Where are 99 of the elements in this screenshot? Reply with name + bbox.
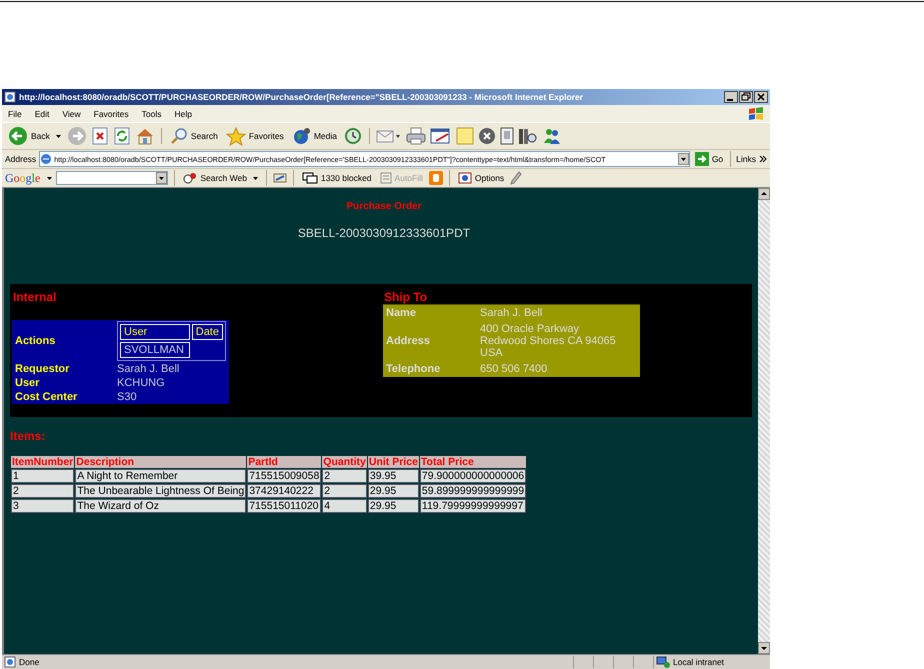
field-value: 650 506 7400 bbox=[480, 363, 548, 375]
close-icon[interactable] bbox=[754, 91, 768, 103]
table-cell: 2 bbox=[11, 484, 74, 498]
field-label: Name bbox=[386, 307, 416, 319]
table-cell: The Wizard of Oz bbox=[75, 499, 246, 513]
column-header: Description bbox=[75, 456, 246, 468]
caret-icon[interactable] bbox=[56, 134, 61, 138]
home-icon[interactable] bbox=[134, 127, 155, 145]
field-label: User bbox=[15, 377, 40, 389]
field-value: S30 bbox=[117, 391, 137, 403]
field-label: Requestor bbox=[15, 363, 70, 375]
search-button[interactable]: Search bbox=[168, 127, 220, 145]
field-value: Sarah J. Bell bbox=[480, 307, 544, 319]
dropdown-icon[interactable] bbox=[156, 172, 168, 184]
globe-icon bbox=[292, 127, 311, 145]
section-heading: Internal bbox=[12, 289, 58, 304]
table-cell: A Night to Remember bbox=[75, 469, 246, 483]
field-value: 400 Oracle Parkway bbox=[480, 323, 580, 335]
table-cell: 39.95 bbox=[368, 469, 419, 483]
table-cell: The Unbearable Lightness Of Being bbox=[75, 484, 246, 498]
scrollbar[interactable] bbox=[758, 188, 770, 654]
stop-icon[interactable] bbox=[90, 127, 109, 145]
table-cell: 715515009058 bbox=[247, 469, 322, 483]
options-button[interactable]: Options bbox=[456, 172, 506, 184]
history-icon[interactable] bbox=[342, 127, 363, 145]
back-button[interactable]: Back bbox=[6, 126, 63, 146]
intranet-icon bbox=[656, 656, 670, 668]
zone-text: Local intranet bbox=[673, 657, 724, 667]
close-circle-icon[interactable] bbox=[478, 127, 496, 145]
table-cell: 29.95 bbox=[368, 499, 419, 513]
edit-icon[interactable] bbox=[430, 127, 452, 145]
section-heading: Ship To bbox=[383, 289, 428, 304]
scroll-up-icon[interactable] bbox=[758, 188, 770, 200]
column-header: Unit Price bbox=[368, 456, 419, 468]
status-text: Done bbox=[19, 657, 40, 667]
maximize-icon[interactable] bbox=[739, 91, 753, 103]
table-cell: 37429140222 bbox=[247, 484, 322, 498]
column-header: User bbox=[120, 324, 190, 340]
field-value: Redwood Shores CA 94065 bbox=[480, 335, 617, 347]
table-cell: 2 bbox=[322, 469, 367, 483]
window-title: http://localhost:8080/oradb/SCOTT/PURCHASEORDER/ROW/PurchaseOrder[Reference="SBELL-200303091233 - Microsoft Internet Explorer bbox=[19, 92, 584, 102]
form-icon bbox=[380, 172, 392, 184]
search-icon bbox=[170, 127, 188, 145]
table-cell: 29.95 bbox=[368, 484, 419, 498]
table-cell: 4 bbox=[322, 499, 367, 513]
chevron-icon[interactable] bbox=[759, 155, 767, 163]
search-field[interactable] bbox=[56, 171, 168, 185]
popup-blocker-button[interactable]: 1330 blocked bbox=[300, 172, 374, 184]
table-cell: 1 bbox=[11, 469, 74, 483]
address-label: Address bbox=[5, 154, 36, 164]
column-header: PartId bbox=[247, 456, 322, 468]
field-label: Telephone bbox=[386, 363, 440, 375]
dropdown-icon[interactable] bbox=[678, 153, 689, 165]
star-icon bbox=[226, 126, 246, 146]
table-cell: 119.79999999999997 bbox=[420, 499, 526, 513]
caret-icon[interactable] bbox=[47, 176, 52, 180]
windows-flag-icon bbox=[748, 106, 764, 120]
menu-item[interactable]: File bbox=[8, 108, 22, 118]
menu-item[interactable]: Tools bbox=[142, 108, 162, 118]
field-value: KCHUNG bbox=[117, 377, 165, 389]
links-label[interactable]: Links bbox=[736, 154, 756, 164]
section-heading: Items: bbox=[10, 429, 46, 443]
refresh-icon[interactable] bbox=[112, 127, 131, 145]
table-cell: 79.900000000000006 bbox=[420, 469, 526, 483]
messenger-icon[interactable] bbox=[542, 127, 562, 145]
caret-icon[interactable] bbox=[252, 176, 258, 180]
field-label: Cost Center bbox=[15, 391, 78, 403]
menu-item[interactable]: Help bbox=[174, 108, 192, 118]
field-label: Address bbox=[386, 335, 430, 347]
column-header: Quantity bbox=[322, 456, 367, 468]
blogger-icon[interactable] bbox=[428, 171, 443, 185]
column-header: Total Price bbox=[420, 456, 526, 468]
pencil-icon[interactable] bbox=[510, 171, 522, 185]
minimize-icon[interactable] bbox=[724, 91, 738, 103]
order-reference: SBELL-2003030912333601PDT bbox=[296, 226, 472, 240]
column-header: Date bbox=[192, 324, 223, 340]
media-button[interactable]: Media bbox=[290, 127, 339, 145]
favorites-button[interactable]: Favorites bbox=[224, 126, 286, 146]
windows-icon bbox=[302, 172, 318, 184]
page-title: Purchase Order bbox=[345, 201, 423, 212]
go-arrow-icon bbox=[694, 152, 709, 166]
table-cell: 59.899999999999999 bbox=[420, 484, 526, 498]
scroll-down-icon[interactable] bbox=[758, 642, 770, 654]
field-label: Actions bbox=[15, 335, 56, 347]
menu-item[interactable]: Edit bbox=[34, 108, 50, 118]
table-cell: 2 bbox=[322, 484, 367, 498]
table-cell: 715515011020 bbox=[247, 499, 322, 513]
go-button[interactable]: Go bbox=[692, 152, 726, 166]
column-header: ItemNumber bbox=[11, 456, 74, 468]
menu-item[interactable]: View bbox=[62, 108, 81, 118]
print-icon[interactable] bbox=[406, 127, 426, 145]
field-value: Sarah J. Bell bbox=[117, 363, 180, 375]
options-icon bbox=[458, 172, 472, 184]
field-value: USA bbox=[480, 347, 504, 359]
menu-item[interactable]: Favorites bbox=[94, 108, 129, 118]
table-cell: 3 bbox=[11, 499, 74, 513]
table-cell: SVOLLMAN bbox=[120, 342, 190, 358]
search-web-button[interactable]: Search Web bbox=[181, 172, 260, 184]
google-logo[interactable]: Google bbox=[5, 170, 40, 186]
